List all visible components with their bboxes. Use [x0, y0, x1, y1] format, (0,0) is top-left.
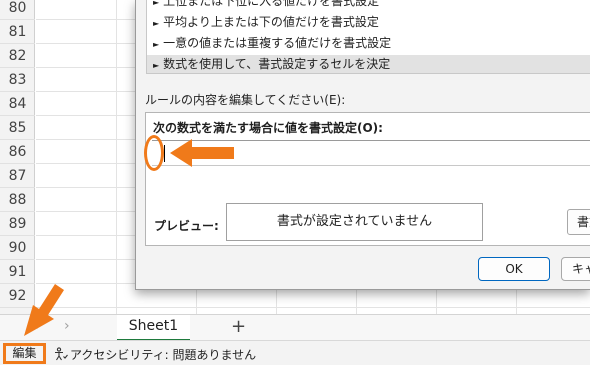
row-number[interactable]: 80	[0, 0, 35, 20]
next-sheet-arrow-icon[interactable]: ›	[64, 318, 70, 334]
rule-type-label: 平均より上または下の値だけを書式設定	[163, 15, 379, 29]
format-preview: 書式が設定されていません	[226, 203, 483, 241]
rule-type-list[interactable]: ► 上位または下位に入る値だけを書式設定 ► 平均より上または下の値だけを書式設定 ► 一…	[146, 0, 590, 74]
rule-type-label: 一意の値または重複する値だけを書式設定	[163, 36, 392, 50]
rule-description-panel: 次の数式を満たす場合に値を書式設定(O): プレビュー: 書式が設定されていませ…	[145, 112, 590, 246]
new-formatting-rule-dialog: ► 上位または下位に入る値だけを書式設定 ► 平均より上または下の値だけを書式設定 ► 一…	[135, 0, 590, 290]
cancel-button[interactable]: キャ	[561, 257, 590, 281]
sheet-tab-bar: ‹ › Sheet1 +	[0, 314, 590, 341]
rule-type-item[interactable]: ► 上位または下位に入る値だけを書式設定	[147, 0, 590, 10]
prev-sheet-arrow-icon[interactable]: ‹	[33, 318, 39, 334]
row-header-column: 80 81 82 83 84 85 86 87 88 89 90 91 92	[0, 0, 35, 314]
formula-input[interactable]	[152, 140, 590, 166]
rule-type-label: 上位または下位に入る値だけを書式設定	[163, 0, 380, 8]
right-triangle-arrow-icon: ►	[153, 40, 160, 49]
add-sheet-icon[interactable]: +	[231, 316, 246, 337]
right-triangle-arrow-icon: ►	[153, 19, 160, 28]
caret-highlight-circle	[144, 135, 164, 171]
right-triangle-arrow-icon: ►	[153, 61, 160, 70]
rule-type-label: 数式を使用して、書式設定するセルを決定	[163, 57, 391, 71]
grid-row-line	[36, 307, 590, 308]
row-number[interactable]: 90	[0, 236, 35, 260]
rule-description-label: ルールの内容を編集してください(E):	[145, 93, 346, 107]
rule-type-item[interactable]: ► 平均より上または下の値だけを書式設定	[147, 13, 590, 31]
row-number[interactable]: 91	[0, 260, 35, 284]
status-bar: 編集 アクセシビリティ: 問題ありません	[0, 340, 590, 365]
row-number[interactable]: 87	[0, 164, 35, 188]
rule-type-item[interactable]: ► 数式を使用して、書式設定するセルを決定	[147, 55, 590, 73]
row-number[interactable]: 85	[0, 116, 35, 140]
accessibility-status[interactable]: アクセシビリティ: 問題ありません	[54, 346, 256, 363]
row-number[interactable]: 89	[0, 212, 35, 236]
formula-label: 次の数式を満たす場合に値を書式設定(O):	[153, 121, 383, 135]
format-button[interactable]: 書式	[567, 209, 590, 235]
row-number[interactable]: 82	[0, 44, 35, 68]
ok-button[interactable]: OK	[478, 257, 550, 281]
cell-mode-indicator: 編集	[3, 343, 46, 364]
preview-label: プレビュー:	[154, 219, 219, 233]
grid-column-line	[116, 0, 117, 314]
sheet-tab-sheet1[interactable]: Sheet1	[117, 315, 190, 341]
text-caret	[164, 145, 165, 162]
row-number[interactable]: 86	[0, 140, 35, 164]
row-number[interactable]: 83	[0, 68, 35, 92]
accessibility-label: アクセシビリティ: 問題ありません	[70, 348, 257, 362]
row-number[interactable]: 84	[0, 92, 35, 116]
row-number[interactable]: 92	[0, 284, 35, 308]
row-number[interactable]: 88	[0, 188, 35, 212]
right-triangle-arrow-icon: ►	[153, 0, 160, 7]
rule-type-item[interactable]: ► 一意の値または重複する値だけを書式設定	[147, 34, 590, 52]
row-number[interactable]: 81	[0, 20, 35, 44]
accessibility-person-icon	[55, 347, 68, 361]
